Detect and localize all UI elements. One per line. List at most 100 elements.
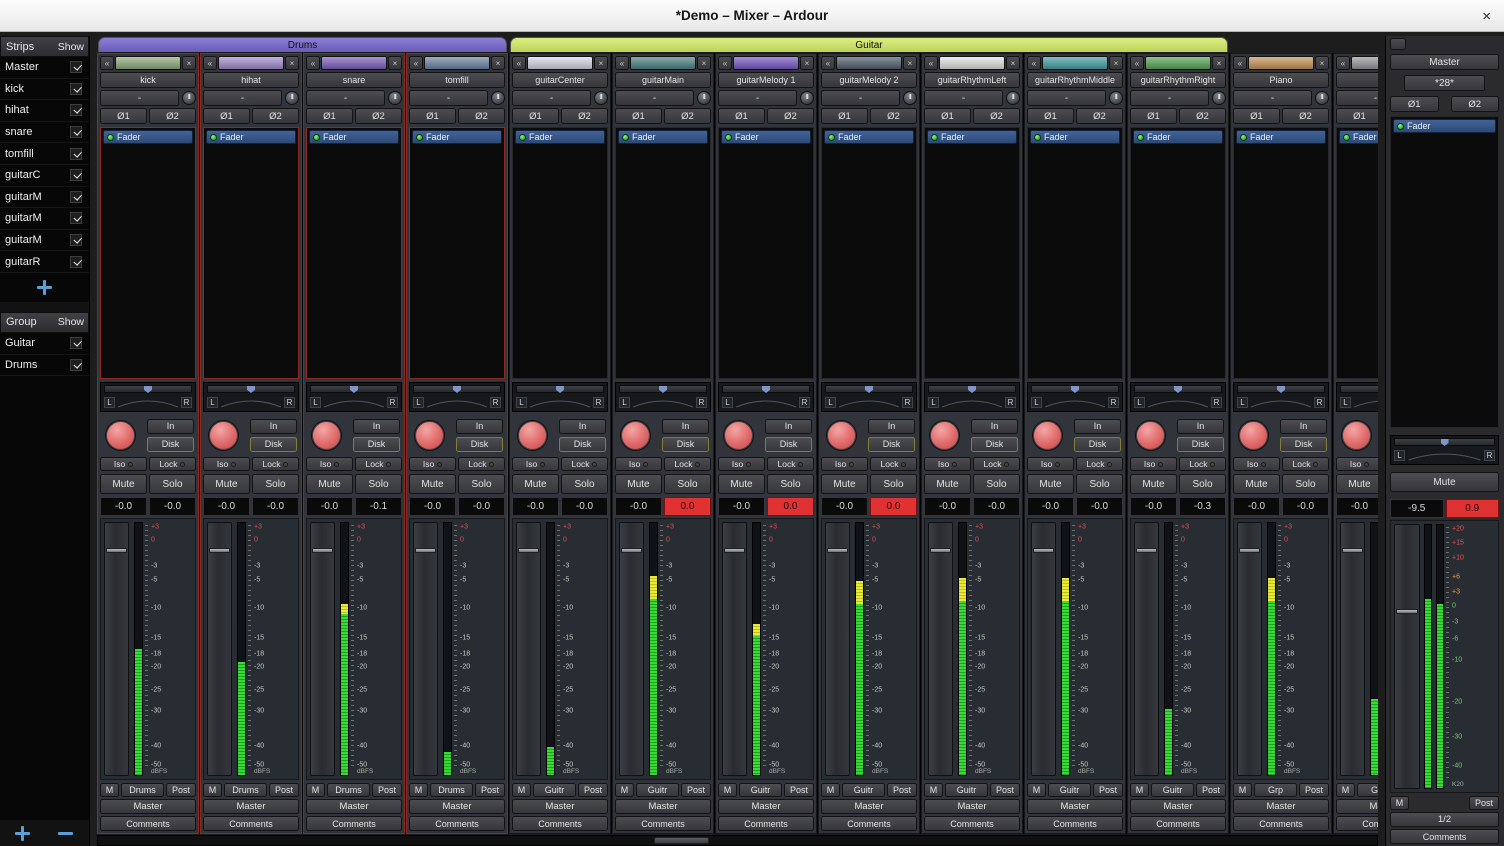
pan-position-marker[interactable] [144,386,152,393]
mute-button[interactable]: Mute [615,474,662,494]
meter-point-button[interactable]: Post [475,783,505,797]
record-enable-button[interactable] [930,421,959,450]
narrow-strip-button[interactable]: « [615,56,629,70]
strip-color-bar[interactable] [1145,56,1211,70]
panner[interactable]: L R [1027,382,1123,412]
h-scrollbar[interactable] [97,835,1378,846]
master-fader-processor[interactable]: Fader [1393,119,1496,133]
trim-knob[interactable] [1006,91,1020,105]
output-button[interactable]: Master [512,799,608,814]
fader-handle[interactable] [312,548,333,553]
phase-1-button[interactable]: Ø1 [203,108,250,124]
monitor-disk-button[interactable]: Disk [250,437,297,452]
group-button[interactable]: Guitr [533,783,576,797]
comments-button[interactable]: Comments [924,816,1020,831]
monitor-input-button[interactable]: In [971,419,1018,434]
meter-point-button[interactable]: Post [1093,783,1123,797]
group-button[interactable]: Guitr [636,783,679,797]
trim-knob[interactable] [491,91,505,105]
gain-display[interactable]: -0.0 [100,497,147,516]
strip-list-row[interactable]: Drums [0,355,89,377]
processor-active-led[interactable] [519,134,526,141]
strip-visible-checkbox[interactable] [70,126,82,138]
fader-handle[interactable] [1033,548,1054,553]
solo-lock-button[interactable]: Lock [767,457,814,471]
pan-position-marker[interactable] [247,386,255,393]
strip-color-bar[interactable] [1351,56,1378,70]
peak-display[interactable]: -0.0 [973,497,1020,516]
fader-processor[interactable]: Fader [206,130,296,144]
narrow-strip-button[interactable]: « [718,56,732,70]
meter-point-button[interactable]: Post [166,783,196,797]
trim-knob[interactable] [903,91,917,105]
fader-processor[interactable]: Fader [1236,130,1326,144]
master-meter-point-button[interactable]: Post [1469,796,1499,810]
input-button[interactable]: - [100,90,179,106]
record-enable-button[interactable] [621,421,650,450]
output-button[interactable]: Master [821,799,917,814]
strip-list-row[interactable]: guitarM [0,187,89,209]
panner[interactable]: L R [615,382,711,412]
fader-handle[interactable] [930,548,951,553]
strip-visible-checkbox[interactable] [70,148,82,160]
gain-fader[interactable] [1340,522,1365,776]
strip-list-row[interactable]: guitarM [0,208,89,230]
metering-button[interactable]: M [718,783,737,797]
trim-knob[interactable] [1109,91,1123,105]
master-metering-button[interactable]: M [1390,796,1409,810]
output-button[interactable]: Master [203,799,299,814]
fader-processor[interactable]: Fader [412,130,502,144]
comments-button[interactable]: Comments [512,816,608,831]
phase-2-button[interactable]: Ø2 [1282,108,1329,124]
solo-isolate-button[interactable]: Iso [203,457,250,471]
panner[interactable]: L R [306,382,402,412]
comments-button[interactable]: Comments [1233,816,1329,831]
gain-fader[interactable] [825,522,850,776]
hide-strip-button[interactable]: × [182,56,196,70]
solo-lock-button[interactable]: Lock [561,457,608,471]
strip-list-row[interactable]: tomfill [0,143,89,165]
group-button[interactable]: Drums [121,783,164,797]
master-gain-display[interactable]: -9.5 [1390,499,1444,518]
phase-1-button[interactable]: Ø1 [306,108,353,124]
monitor-input-button[interactable]: In [353,419,400,434]
record-enable-button[interactable] [518,421,547,450]
monitor-input-button[interactable]: In [456,419,503,434]
processor-box[interactable]: Fader [1027,127,1123,379]
solo-isolate-button[interactable]: Iso [1027,457,1074,471]
narrow-strip-button[interactable]: « [100,56,114,70]
pan-position-marker[interactable] [350,386,358,393]
monitor-disk-button[interactable]: Disk [1280,437,1327,452]
solo-lock-button[interactable]: Lock [252,457,299,471]
h-scrollbar-handle[interactable] [654,837,709,844]
strip-visible-checkbox[interactable] [70,61,82,73]
group-button[interactable]: Drums [430,783,473,797]
processor-box[interactable]: Fader [1130,127,1226,379]
input-button[interactable]: - [718,90,797,106]
peak-display[interactable]: 0.0 [664,497,711,516]
processor-active-led[interactable] [313,134,320,141]
strip-visible-checkbox[interactable] [70,191,82,203]
pan-position-marker[interactable] [762,386,770,393]
strip-list-row[interactable]: kick [0,79,89,101]
gain-fader[interactable] [1031,522,1056,776]
master-pan-position-marker[interactable] [1441,439,1449,446]
phase-2-button[interactable]: Ø2 [355,108,402,124]
gain-fader[interactable] [722,522,747,776]
strip-visible-checkbox[interactable] [70,169,82,181]
meter-point-button[interactable]: Post [578,783,608,797]
comments-button[interactable]: Comments [615,816,711,831]
output-button[interactable]: Master [1027,799,1123,814]
narrow-strip-button[interactable]: « [1130,56,1144,70]
peak-display[interactable]: -0.0 [1282,497,1329,516]
meter-point-button[interactable]: Post [269,783,299,797]
meter-point-button[interactable]: Post [681,783,711,797]
peak-display[interactable]: -0.0 [149,497,196,516]
monitor-input-button[interactable]: In [147,419,194,434]
pan-slider[interactable] [619,385,707,393]
pan-slider[interactable] [1340,385,1378,393]
strip-list-row[interactable]: guitarR [0,251,89,273]
narrow-strip-button[interactable]: « [1233,56,1247,70]
processor-box[interactable]: Fader [306,127,402,379]
solo-isolate-button[interactable]: Iso [306,457,353,471]
